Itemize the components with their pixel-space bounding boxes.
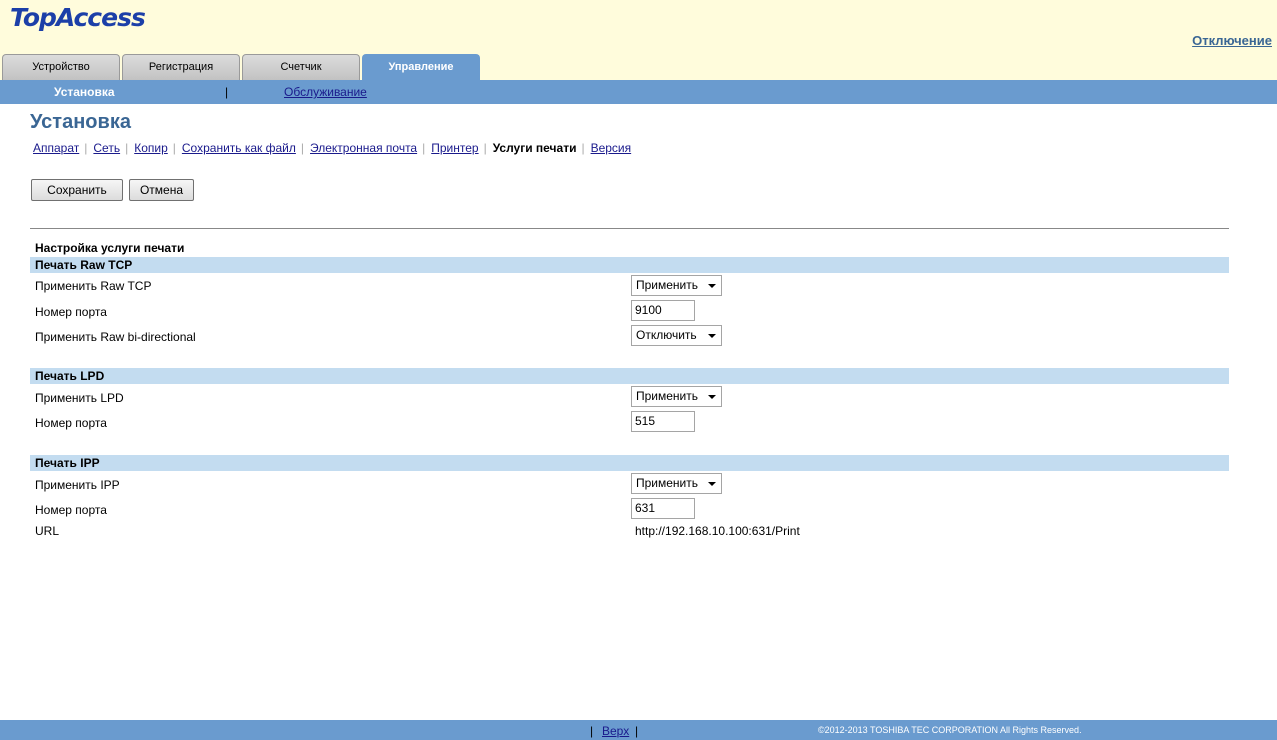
- ipp-url-label: URL: [35, 524, 60, 538]
- divider: [30, 228, 1229, 229]
- menu-separator: |: [84, 141, 88, 155]
- raw-tcp-enable-value: Применить: [636, 278, 699, 292]
- lpd-port-input[interactable]: 515: [631, 411, 695, 432]
- header: TopAccess Отключение Устройство Регистра…: [0, 0, 1277, 80]
- ipp-port-input[interactable]: 631: [631, 498, 695, 519]
- menu-print-services-current: Услуги печати: [492, 141, 577, 155]
- copyright-text: ©2012-2013 TOSHIBA TEC CORPORATION All R…: [818, 725, 1082, 735]
- subnav-setup[interactable]: Установка: [54, 85, 115, 99]
- ipp-enable-value: Применить: [636, 476, 699, 490]
- subnav-maintenance-link[interactable]: Обслуживание: [284, 85, 367, 99]
- subnav-separator: |: [225, 85, 229, 99]
- menu-separator: |: [422, 141, 426, 155]
- ipp-url-value: http://192.168.10.100:631/Print: [635, 524, 800, 538]
- menu-network[interactable]: Сеть: [93, 141, 120, 155]
- ipp-section-title: Печать IPP: [35, 456, 100, 470]
- tab-registration[interactable]: Регистрация: [122, 54, 240, 80]
- subnav: Установка | Обслуживание: [0, 80, 1277, 104]
- raw-bidi-label: Применить Raw bi-directional: [35, 330, 196, 344]
- menu-email[interactable]: Электронная почта: [310, 141, 417, 155]
- menu-separator: |: [483, 141, 487, 155]
- footer-separator: |: [590, 724, 594, 738]
- menu-separator: |: [581, 141, 585, 155]
- raw-tcp-section-bar: Печать Raw TCP: [30, 257, 1229, 273]
- lpd-section-bar: Печать LPD: [30, 368, 1229, 384]
- cancel-button[interactable]: Отмена: [129, 179, 194, 201]
- logout-link[interactable]: Отключение: [1192, 33, 1272, 48]
- menu-separator: |: [172, 141, 176, 155]
- topaccess-logo: TopAccess: [10, 3, 146, 32]
- menu-device[interactable]: Аппарат: [33, 141, 79, 155]
- ipp-enable-select[interactable]: Применить: [631, 473, 722, 494]
- ipp-section-bar: Печать IPP: [30, 455, 1229, 471]
- raw-tcp-enable-select[interactable]: Применить: [631, 275, 722, 296]
- page-title: Установка: [30, 111, 131, 133]
- dropdown-arrow-icon: [708, 284, 716, 288]
- tab-administration[interactable]: Управление: [362, 54, 480, 80]
- menu-printer[interactable]: Принтер: [431, 141, 478, 155]
- setup-menu: Аппарат | Сеть | Копир | Сохранить как файл | Эл…: [33, 141, 631, 155]
- dropdown-arrow-icon: [708, 395, 716, 399]
- settings-heading: Настройка услуги печати: [35, 241, 185, 255]
- raw-bidi-select[interactable]: Отключить: [631, 325, 722, 346]
- lpd-enable-label: Применить LPD: [35, 391, 124, 405]
- footer-separator: |: [635, 724, 639, 738]
- raw-tcp-port-input[interactable]: 9100: [631, 300, 695, 321]
- lpd-enable-select[interactable]: Применить: [631, 386, 722, 407]
- ipp-enable-label: Применить IPP: [35, 478, 120, 492]
- lpd-section-title: Печать LPD: [35, 369, 105, 383]
- dropdown-arrow-icon: [708, 482, 716, 486]
- raw-bidi-value: Отключить: [636, 328, 697, 342]
- footer: | Верх | ©2012-2013 TOSHIBA TEC CORPORAT…: [0, 720, 1277, 740]
- save-button[interactable]: Сохранить: [31, 179, 123, 201]
- lpd-port-label: Номер порта: [35, 416, 107, 430]
- raw-tcp-enable-label: Применить Raw TCP: [35, 279, 152, 293]
- footer-top-link[interactable]: Верх: [602, 724, 629, 738]
- menu-separator: |: [125, 141, 129, 155]
- raw-tcp-port-label: Номер порта: [35, 305, 107, 319]
- menu-save-as-file[interactable]: Сохранить как файл: [182, 141, 296, 155]
- menu-copier[interactable]: Копир: [134, 141, 168, 155]
- lpd-enable-value: Применить: [636, 389, 699, 403]
- tab-counter[interactable]: Счетчик: [242, 54, 360, 80]
- dropdown-arrow-icon: [708, 334, 716, 338]
- ipp-port-label: Номер порта: [35, 503, 107, 517]
- tab-device[interactable]: Устройство: [2, 54, 120, 80]
- menu-separator: |: [300, 141, 305, 155]
- raw-tcp-section-title: Печать Raw TCP: [35, 258, 133, 272]
- menu-version[interactable]: Версия: [591, 141, 632, 155]
